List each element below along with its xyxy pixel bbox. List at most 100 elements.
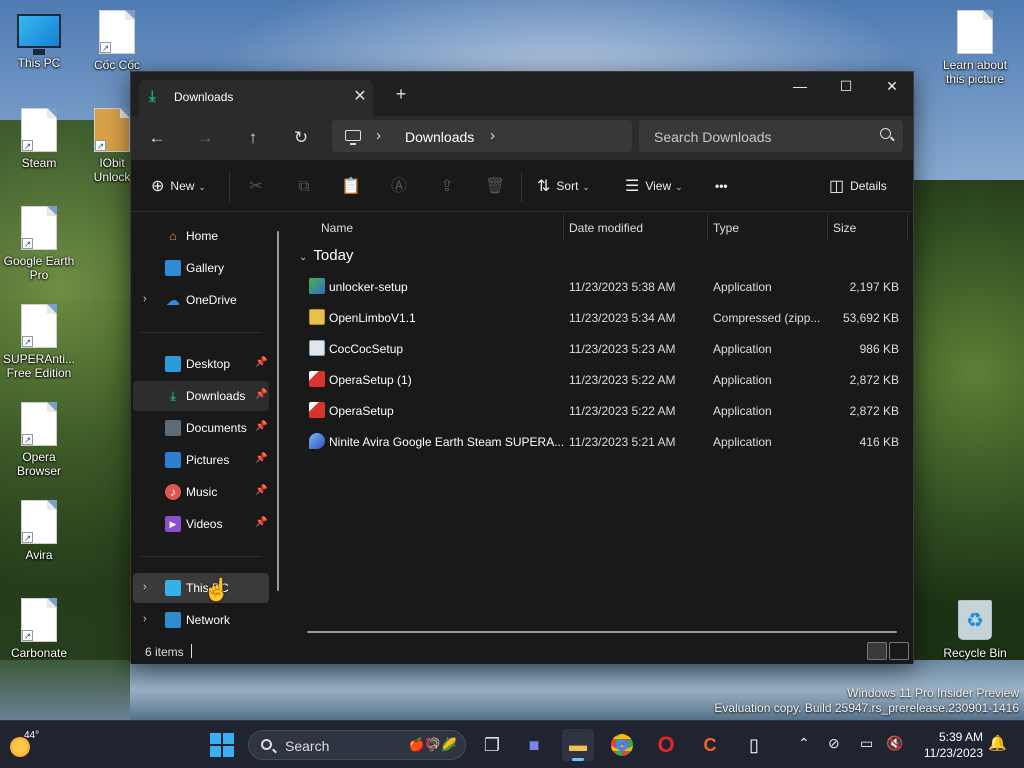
hand-cursor-icon: ☝ [203,577,231,602]
paste-icon[interactable]: 📋 [340,176,362,198]
sidebar-item-network[interactable]: › Network [133,605,269,635]
file-explorer-taskbar-icon[interactable]: ▬ [562,729,594,761]
table-row[interactable]: OperaSetup 11/23/2023 5:22 AM Applicatio… [301,395,911,426]
chrome-icon[interactable] [606,729,638,761]
table-row[interactable]: unlocker-setup 11/23/2023 5:38 AM Applic… [301,271,911,302]
maximize-button[interactable]: ☐ [823,72,869,102]
pin-icon[interactable]: 📌 [255,389,267,400]
weather-widget[interactable]: 44° [8,727,48,763]
coccoc-icon[interactable]: C [694,729,726,761]
table-row[interactable]: CocCocSetup 11/23/2023 5:23 AM Applicati… [301,333,911,364]
sidebar-item-pictures[interactable]: Pictures 📌 [133,445,269,475]
column-header-date-modified[interactable]: Date modified [569,221,643,245]
desktop-icon-label: IObit Unlock [93,156,131,184]
sidebar-item-documents[interactable]: Documents 📌 [133,413,269,443]
rename-icon[interactable]: Ⓐ [388,176,410,198]
forward-button[interactable]: → [191,126,219,150]
desktop-icon-coccoc[interactable]: ↗ Cốc Cốc [78,10,156,72]
column-divider[interactable] [563,213,564,241]
display-icon[interactable]: ▭ [860,735,873,752]
new-label: New [170,179,195,193]
desktop-icon-carbonate[interactable]: ↗ Carbonate [0,598,78,660]
table-row[interactable]: Ninite Avira Google Earth Steam SUPERA..… [301,426,911,457]
back-button[interactable]: ← [143,126,171,150]
sidebar-item-onedrive[interactable]: › ☁ OneDrive [133,285,269,315]
close-tab-button[interactable]: ✕ [351,86,369,106]
new-button[interactable]: ⊕ New ⌄ [151,176,206,198]
start-button[interactable] [210,733,234,757]
show-hidden-icons-chevron[interactable]: ⌃ [798,735,810,752]
group-header-today[interactable]: ⌄ Today [299,247,353,264]
search-input[interactable]: Search Downloads [639,120,903,152]
breadcrumb-downloads[interactable]: Downloads [405,129,474,145]
copy-icon[interactable]: ⧉ [293,176,315,198]
tab-downloads[interactable]: ⤓ Downloads ✕ [139,80,373,116]
delete-icon[interactable]: 🗑 [484,176,506,198]
column-header-size[interactable]: Size [833,221,856,245]
cut-icon[interactable]: ✂ [245,176,267,198]
sidebar-item-videos[interactable]: ▶ Videos 📌 [133,509,269,539]
more-options-button[interactable]: ••• [715,176,728,198]
network-icon[interactable]: ⊘ [828,735,840,752]
up-button[interactable]: ↑ [239,126,267,150]
table-row[interactable]: OpenLimboV1.1 11/23/2023 5:34 AM Compres… [301,302,911,333]
title-bar[interactable]: ⤓ Downloads ✕ + — ☐ ✕ [131,72,913,116]
sidebar-item-desktop[interactable]: Desktop 📌 [133,349,269,379]
pin-icon[interactable]: 📌 [255,517,267,528]
clock[interactable]: 5:39 AM 11/23/2023 [913,729,983,761]
volume-muted-icon[interactable]: 🔇 [886,735,903,752]
sidebar-item-downloads[interactable]: ⤓ Downloads 📌 [133,381,269,411]
refresh-button[interactable]: ↻ [287,126,315,150]
pin-icon[interactable]: 📌 [255,485,267,496]
chevron-right-icon[interactable]: › [376,127,381,144]
view-button[interactable]: ☰ View ⌄ [625,176,683,198]
chevron-right-icon[interactable]: › [490,127,495,144]
minimize-button[interactable]: — [777,72,823,102]
expand-chevron-icon[interactable]: › [143,581,147,593]
desktop-icon-google-earth[interactable]: ↗ Google Earth Pro [0,206,78,282]
share-icon[interactable]: ⇪ [436,176,458,198]
sidebar-item-music[interactable]: ♪ Music 📌 [133,477,269,507]
desktop-icon-learn-about-picture[interactable]: Learn about this picture [936,10,1014,86]
desktop-icon-recycle-bin[interactable]: ♻ Recycle Bin [936,598,1014,660]
column-divider[interactable] [827,213,828,241]
tiles-view-button[interactable] [889,642,909,660]
task-view-button[interactable]: ❐ [476,729,508,761]
address-bar[interactable]: › Downloads › [332,120,632,152]
sidebar-item-home[interactable]: ⌂ Home [133,221,269,251]
pin-icon[interactable]: 📌 [255,453,267,464]
taskbar-search[interactable]: Search 🍎🦃🌽 [248,730,466,760]
sidebar-item-this-pc[interactable]: › This PC [133,573,269,603]
desktop-icon-avira[interactable]: ↗ Avira [0,500,78,562]
column-header-name[interactable]: Name [321,221,353,245]
column-header-type[interactable]: Type [713,221,739,245]
desktop-icon-iobit-unlocker[interactable]: ↗ IObit Unlock [88,108,136,184]
desktop-icon-opera[interactable]: ↗ Opera Browser [0,402,78,478]
sidebar-item-gallery[interactable]: Gallery [133,253,269,283]
details-view-button[interactable] [867,642,887,660]
expand-chevron-icon[interactable]: › [143,613,147,625]
notification-bell-icon[interactable]: 🔔 [988,734,1007,752]
close-window-button[interactable]: ✕ [869,72,915,102]
table-row[interactable]: OperaSetup (1) 11/23/2023 5:22 AM Applic… [301,364,911,395]
teams-chat-icon[interactable]: ■ [518,729,550,761]
chevron-down-icon: ⌄ [582,182,590,192]
column-divider[interactable] [907,213,908,241]
file-icon[interactable]: ▯ [738,729,770,761]
desktop-icon-superantispyware[interactable]: ↗ SUPERAnti... Free Edition [0,304,78,380]
new-tab-button[interactable]: + [389,84,413,105]
column-divider[interactable] [707,213,708,241]
pin-icon[interactable]: 📌 [255,357,267,368]
sidebar-scrollbar[interactable] [277,231,279,591]
opera-setup-icon [309,371,325,387]
opera-icon[interactable]: O [650,729,682,761]
horizontal-scrollbar[interactable] [307,631,897,633]
desktop-icon-steam[interactable]: ↗ Steam [0,108,78,170]
sort-button[interactable]: ⇅ Sort ⌄ [537,176,590,198]
desktop-icon-this-pc[interactable]: This PC [0,10,78,70]
file-name: unlocker-setup [329,280,408,294]
plus-circle-icon: ⊕ [151,177,165,195]
expand-chevron-icon[interactable]: › [143,293,147,305]
pin-icon[interactable]: 📌 [255,421,267,432]
details-pane-button[interactable]: ◫ Details [829,176,887,198]
